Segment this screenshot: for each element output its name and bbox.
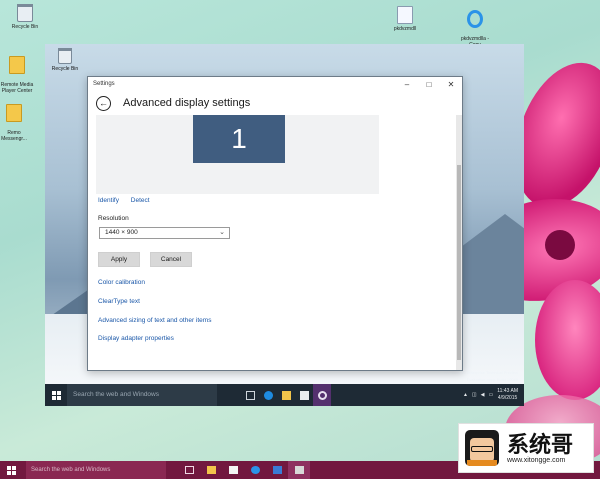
internet-explorer-icon [467,10,483,28]
desktop-icon-remote-media[interactable]: Remote Media Player Center [0,50,40,94]
folder-icon [206,466,216,474]
taskbar-store[interactable] [295,384,313,406]
desktop-icon-remo-messenger[interactable]: Remo Messengr... [0,98,34,142]
gear-icon [317,390,327,400]
remote-desktop-icon [272,466,282,474]
cancel-button[interactable]: Cancel [150,252,192,267]
watermark-line: Evaluation copy. Build 10049 [466,377,518,382]
desktop-icon-label: Remote Media Player Center [0,82,34,94]
recycle-bin-icon [58,48,72,64]
app-icon [294,466,304,474]
task-view-icon [245,390,255,400]
scrollbar[interactable] [456,115,462,370]
taskbar-remote-desktop[interactable] [266,461,288,479]
inner-taskbar: Search the web and Windows ▲ ◫ ◀ ▭ 11:43… [45,384,524,406]
maximize-button[interactable]: □ [418,77,440,91]
system-tray: ▲ ◫ ◀ ▭ 11:43 AM 4/9/2015 [463,388,524,402]
advanced-sizing-link[interactable]: Advanced sizing of text and other items [98,317,211,324]
taskbar-app[interactable] [288,461,310,479]
message-icon[interactable]: ▭ [489,392,494,398]
search-box[interactable]: Search the web and Windows [67,384,217,406]
logo-url: www.xitongge.com [507,456,566,464]
chevron-up-icon[interactable]: ▲ [463,392,468,398]
display-actions: Identify Detect [98,197,160,204]
monitor-1[interactable]: 1 [193,115,285,163]
taskbar-ie[interactable] [259,384,277,406]
taskbar-ie[interactable] [244,461,266,479]
clock[interactable]: 11:43 AM 4/9/2015 [497,388,518,402]
chevron-down-icon: ⌄ [219,229,225,236]
windows-logo-icon [6,465,16,475]
inner-desktop-icon-recycle-bin[interactable]: Recycle Bin [45,48,85,72]
cleartype-text-link[interactable]: ClearType text [98,298,140,305]
flower-center [545,230,575,260]
window-title: Settings [93,81,115,87]
mascot-icon [465,430,499,466]
taskbar-explorer[interactable] [277,384,295,406]
task-view-button[interactable] [241,384,259,406]
close-button[interactable]: ✕ [440,77,462,91]
volume-icon[interactable]: ◀ [481,392,485,398]
store-icon [299,390,309,400]
desktop-icon-pkdvzmdll-copy[interactable]: pkdvzmdlla - Copy [450,4,500,48]
internet-explorer-icon [250,466,260,474]
network-icon[interactable]: ◫ [472,392,477,398]
folder-icon [9,56,25,74]
desktop-icon-pkdvzmdll[interactable]: pkdvzmdll [380,6,430,32]
taskbar-explorer[interactable] [200,461,222,479]
display-arrangement-area: 1 [96,115,379,194]
internet-explorer-icon [263,390,273,400]
resolution-value: 1440 × 900 [105,229,138,236]
resolution-label: Resolution [98,215,129,222]
detect-link[interactable]: Detect [131,197,150,204]
folder-icon [6,104,22,122]
task-view-button[interactable] [178,461,200,479]
clock-time: 11:43 AM [497,388,518,394]
display-adapter-properties-link[interactable]: Display adapter properties [98,335,174,342]
start-button[interactable] [0,461,22,479]
clock-date: 4/9/2015 [497,395,518,401]
windows-logo-icon [51,390,61,400]
taskbar-store[interactable] [222,461,244,479]
minimize-button[interactable]: – [396,77,418,91]
page-header: ← Advanced display settings [88,91,462,115]
logo-name: 系统哥 [507,431,574,457]
apply-button[interactable]: Apply [98,252,140,267]
back-button[interactable]: ← [96,95,111,111]
desktop-icon-recycle-bin[interactable]: Recycle Bin [0,4,50,30]
search-box[interactable]: Search the web and Windows [26,461,166,479]
desktop-icon-label: Recycle Bin [51,66,79,72]
recycle-bin-icon [17,4,33,22]
arrow-left-icon: ← [99,97,108,108]
scrollbar-thumb[interactable] [457,165,461,360]
page-title: Advanced display settings [123,97,251,109]
taskbar-settings[interactable] [313,384,331,406]
store-icon [228,466,238,474]
start-button[interactable] [45,384,67,406]
task-view-icon [184,466,194,474]
folder-icon [281,390,291,400]
color-calibration-link[interactable]: Color calibration [98,279,145,286]
title-bar[interactable]: Settings – □ ✕ [88,77,462,91]
desktop-icon-label: pkdvzmdll [393,26,417,32]
identify-link[interactable]: Identify [98,197,119,204]
resolution-dropdown[interactable]: 1440 × 900 ⌄ [99,227,230,239]
file-icon [397,6,413,24]
settings-window: Settings – □ ✕ ← Advanced display settin… [87,76,463,371]
desktop-icon-label: Recycle Bin [11,24,39,30]
site-logo: 系统哥 www.xitongge.com [458,423,594,473]
desktop-icon-label: Remo Messengr... [1,130,27,142]
